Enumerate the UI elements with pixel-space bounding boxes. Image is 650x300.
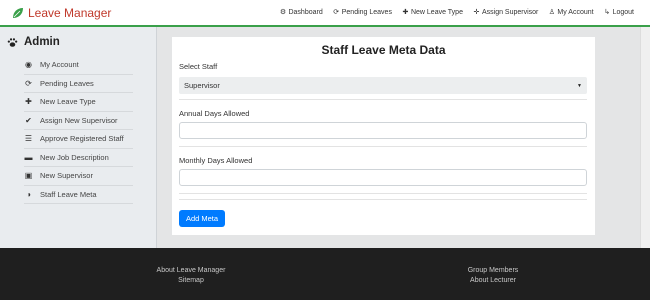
sidebar-item-label: Assign New Supervisor: [40, 115, 118, 125]
page-title: Staff Leave Meta Data: [321, 43, 446, 57]
form-card: Staff Leave Meta Data Select Staff Super…: [172, 37, 595, 235]
divider: [179, 99, 587, 100]
sidebar-item-label: New Job Description: [40, 152, 109, 162]
annual-days-input[interactable]: [179, 122, 587, 139]
select-staff-value: Supervisor: [184, 81, 220, 90]
paw-icon: [7, 37, 18, 47]
brand-name: Leave Manager: [28, 6, 112, 20]
sidebar-item-new-supervisor[interactable]: ▣ New Supervisor: [24, 167, 133, 186]
briefcase-icon: ▬: [24, 152, 33, 162]
nav-label: Assign Supervisor: [481, 9, 539, 16]
nav-dashboard[interactable]: ⚙ Dashboard: [279, 9, 323, 16]
plus-icon: ✚: [25, 97, 32, 107]
monthly-days-input[interactable]: [179, 169, 587, 186]
footer-link-about[interactable]: About Leave Manager: [141, 266, 241, 276]
logout-icon: ↳: [604, 9, 611, 16]
nav-label: Pending Leaves: [341, 9, 392, 16]
plus-icon: ✚: [402, 9, 409, 16]
sidebar-item-new-leave-type[interactable]: ✚ New Leave Type: [24, 93, 133, 112]
nav-label: New Leave Type: [410, 9, 463, 16]
refresh-icon: ⟳: [25, 78, 32, 88]
nav-assign-supervisor[interactable]: ✛ Assign Supervisor: [473, 9, 539, 16]
refresh-icon: ⟳: [333, 9, 340, 16]
leaf-icon: [13, 8, 23, 18]
annual-days-label: Annual Days Allowed: [179, 109, 250, 118]
sidebar-item-label: New Leave Type: [40, 97, 96, 107]
sidebar-menu: ◉ My Account ⟳ Pending Leaves ✚ New Leav…: [24, 56, 133, 204]
list-icon: ☰: [24, 134, 33, 144]
divider: [179, 199, 587, 200]
main-content: Staff Leave Meta Data Select Staff Super…: [157, 27, 650, 248]
nav-label: My Account: [557, 9, 594, 16]
nav-logout[interactable]: ↳ Logout: [604, 9, 634, 16]
sidebar-item-label: New Supervisor: [40, 171, 93, 181]
footer-right-links: Group Members About Lecturer: [443, 266, 543, 286]
user-icon: ♙: [548, 9, 556, 16]
select-staff-label: Select Staff: [179, 62, 218, 71]
check-icon: ✔: [25, 115, 32, 125]
sidebar-item-approve-registered-staff[interactable]: ☰ Approve Registered Staff: [24, 130, 133, 149]
footer: About Leave Manager Sitemap Group Member…: [0, 248, 650, 300]
nav-links: ⚙ Dashboard ⟳ Pending Leaves ✚ New Leave…: [279, 9, 634, 16]
footer-link-group-members[interactable]: Group Members: [443, 266, 543, 276]
nav-pending-leaves[interactable]: ⟳ Pending Leaves: [333, 9, 392, 16]
sidebar-header: Admin: [7, 36, 60, 48]
sidebar: Admin ◉ My Account ⟳ Pending Leaves ✚ Ne…: [0, 27, 157, 248]
sidebar-item-assign-new-supervisor[interactable]: ✔ Assign New Supervisor: [24, 112, 133, 130]
id-card-icon: ▣: [24, 171, 33, 181]
sidebar-item-label: Approve Registered Staff: [40, 134, 124, 144]
caret-down-icon: ▼: [577, 82, 582, 89]
nav-label: Dashboard: [288, 9, 323, 16]
sidebar-item-staff-leave-meta[interactable]: ◑ Staff Leave Meta: [24, 186, 133, 204]
select-staff-dropdown[interactable]: Supervisor ▼: [179, 77, 587, 94]
footer-link-sitemap[interactable]: Sitemap: [141, 276, 241, 286]
crosshair-icon: ✛: [473, 9, 480, 16]
sidebar-item-new-job-description[interactable]: ▬ New Job Description: [24, 149, 133, 167]
monthly-days-label: Monthly Days Allowed: [179, 156, 253, 165]
sidebar-title: Admin: [24, 36, 60, 48]
nav-new-leave-type[interactable]: ✚ New Leave Type: [402, 9, 463, 16]
nav-label: Logout: [612, 9, 634, 16]
divider: [179, 193, 587, 194]
adjust-icon: ◑: [26, 189, 31, 199]
footer-link-about-lecturer[interactable]: About Lecturer: [443, 276, 543, 286]
divider: [179, 146, 587, 147]
user-circle-icon: ◉: [25, 60, 32, 70]
sidebar-item-label: My Account: [40, 60, 79, 70]
footer-left-links: About Leave Manager Sitemap: [141, 266, 241, 286]
dashboard-icon: ⚙: [279, 9, 287, 16]
sidebar-item-my-account[interactable]: ◉ My Account: [24, 56, 133, 75]
add-meta-button[interactable]: Add Meta: [179, 210, 225, 227]
page-scrollbar[interactable]: [640, 27, 650, 248]
top-navbar: Leave Manager ⚙ Dashboard ⟳ Pending Leav…: [0, 0, 650, 27]
brand-link[interactable]: Leave Manager: [12, 6, 111, 20]
sidebar-item-pending-leaves[interactable]: ⟳ Pending Leaves: [24, 75, 133, 93]
sidebar-item-label: Pending Leaves: [40, 78, 94, 88]
nav-my-account[interactable]: ♙ My Account: [548, 9, 594, 16]
sidebar-item-label: Staff Leave Meta: [40, 189, 97, 199]
